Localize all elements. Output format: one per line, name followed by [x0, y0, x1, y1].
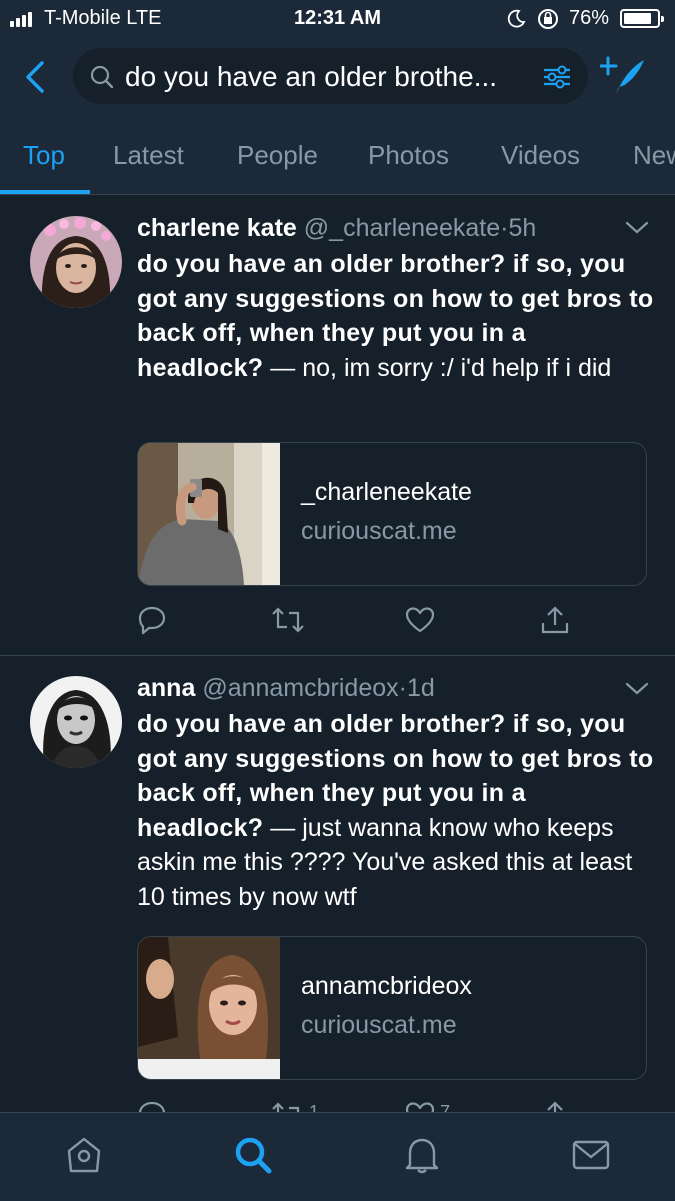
- compose-icon[interactable]: [598, 56, 648, 103]
- battery-icon: [620, 9, 664, 28]
- tweet-text: do you have an older brother? if so, you…: [137, 707, 657, 914]
- timestamp: 1d: [406, 674, 435, 702]
- search-header: do you have an older brothe...: [0, 38, 675, 116]
- chevron-down-icon[interactable]: [625, 221, 649, 240]
- display-name[interactable]: charlene kate: [137, 214, 297, 242]
- tab-photos[interactable]: Photos: [368, 140, 449, 171]
- tab-top[interactable]: Top: [23, 140, 65, 171]
- tweet-header: anna @annamcbrideox·1d: [137, 674, 435, 703]
- tweet-actions: [137, 605, 637, 635]
- share-icon[interactable]: [540, 605, 570, 640]
- tweet-text: do you have an older brother? if so, you…: [137, 247, 657, 385]
- answer-text: — no, im sorry :/ i'd help if i did: [263, 353, 612, 382]
- tweet[interactable]: charlene kate @_charleneekate·5h do you …: [0, 195, 675, 655]
- tweet[interactable]: anna @annamcbrideox·1d do you have an ol…: [0, 656, 675, 1130]
- card-title: _charleneekate: [301, 478, 472, 506]
- reply-icon[interactable]: [137, 605, 167, 640]
- bottom-nav: [0, 1112, 675, 1201]
- notifications-icon[interactable]: [402, 1135, 442, 1180]
- like-icon[interactable]: [405, 605, 435, 640]
- home-icon[interactable]: [64, 1135, 104, 1180]
- link-card[interactable]: _charleneekate curiouscat.me: [137, 442, 647, 586]
- do-not-disturb-icon: [506, 9, 526, 34]
- search-tabs: Top Latest People Photos Videos New: [0, 116, 675, 195]
- card-site: curiouscat.me: [301, 1011, 457, 1039]
- battery-percent: 76%: [569, 7, 610, 29]
- retweet-icon[interactable]: [271, 605, 305, 640]
- avatar[interactable]: [30, 216, 122, 308]
- display-name[interactable]: anna: [137, 674, 195, 702]
- back-icon[interactable]: [22, 60, 48, 99]
- card-thumbnail: [138, 443, 280, 585]
- search-query: do you have an older brothe...: [125, 61, 498, 92]
- tweet-header: charlene kate @_charleneekate·5h: [137, 214, 536, 243]
- active-tab-indicator: [0, 190, 90, 194]
- messages-icon[interactable]: [571, 1135, 611, 1180]
- search-icon: [89, 64, 115, 95]
- link-card[interactable]: annamcbrideox curiouscat.me: [137, 936, 647, 1080]
- separator: ·: [398, 674, 407, 702]
- rotation-lock-icon: [536, 8, 560, 35]
- tab-latest[interactable]: Latest: [113, 140, 184, 171]
- tab-news[interactable]: New: [633, 140, 675, 171]
- username[interactable]: @annamcbrideox: [202, 674, 398, 702]
- avatar[interactable]: [30, 676, 122, 768]
- card-thumbnail: [138, 937, 280, 1079]
- tab-videos[interactable]: Videos: [501, 140, 580, 171]
- card-site: curiouscat.me: [301, 517, 457, 545]
- card-title: annamcbrideox: [301, 972, 472, 1000]
- timestamp: 5h: [508, 214, 537, 242]
- filter-icon[interactable]: [542, 63, 572, 96]
- explore-icon[interactable]: [233, 1135, 273, 1180]
- search-input[interactable]: do you have an older brothe...: [73, 48, 588, 104]
- chevron-down-icon[interactable]: [625, 682, 649, 701]
- status-bar: T-Mobile LTE 12:31 AM 76%: [0, 0, 675, 38]
- username[interactable]: @_charleneekate: [304, 214, 500, 242]
- tab-people[interactable]: People: [237, 140, 318, 171]
